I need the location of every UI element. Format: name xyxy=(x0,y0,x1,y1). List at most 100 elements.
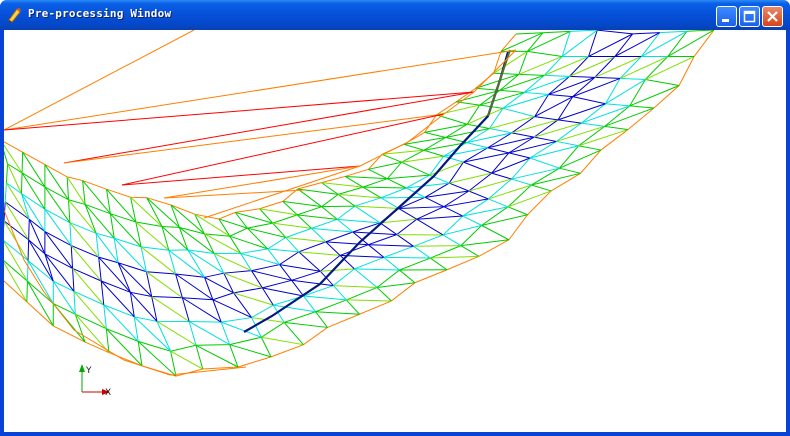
mesh-edge xyxy=(220,321,231,345)
mesh-edge xyxy=(105,328,110,353)
mesh-edge xyxy=(473,49,517,93)
mesh-edge xyxy=(468,190,489,200)
mesh-edge xyxy=(321,205,355,208)
mesh-edge xyxy=(354,268,378,288)
mesh-edge xyxy=(569,56,616,77)
mesh-edge xyxy=(604,107,655,127)
mesh-edge xyxy=(659,30,687,34)
mesh-edge xyxy=(423,149,444,157)
render-viewport[interactable]: Y X xyxy=(4,30,786,432)
mesh-edge xyxy=(346,299,392,302)
mesh-edge xyxy=(338,193,382,199)
mesh-edge xyxy=(449,182,469,192)
mesh-edge xyxy=(100,280,105,305)
mesh-edge xyxy=(403,143,424,151)
mesh-edge xyxy=(527,30,571,52)
mesh-edge xyxy=(27,260,54,304)
mesh-edge xyxy=(559,167,581,174)
mesh-edge xyxy=(354,205,381,224)
close-button[interactable] xyxy=(762,6,783,27)
mesh-edge xyxy=(345,175,388,180)
mesh-edge xyxy=(614,32,661,57)
mesh-edge xyxy=(460,239,509,247)
mesh-edge xyxy=(620,77,646,80)
mesh-edge xyxy=(605,79,646,105)
mesh-edge xyxy=(443,91,475,115)
mesh-edge xyxy=(44,208,72,246)
mesh-edge xyxy=(203,165,361,219)
y-axis-label: Y xyxy=(85,366,92,376)
mesh-edge xyxy=(235,211,273,224)
mesh-edge xyxy=(466,142,488,149)
mesh-edge xyxy=(518,73,545,76)
mesh-edge xyxy=(493,72,519,75)
mesh-edge xyxy=(667,30,715,57)
mesh-edge xyxy=(103,304,107,329)
mesh-edge xyxy=(548,94,573,98)
mesh-edge xyxy=(4,144,23,174)
mesh-edge xyxy=(424,196,445,208)
mesh-edge xyxy=(368,244,385,258)
mesh-edge xyxy=(645,78,680,87)
mesh-edge xyxy=(21,152,24,173)
mesh-edge xyxy=(4,182,7,202)
mesh-edge xyxy=(44,164,69,201)
mesh-plot[interactable]: Y X xyxy=(4,30,786,432)
mesh-edge xyxy=(570,30,598,32)
maximize-button[interactable] xyxy=(739,6,760,27)
mesh-edge xyxy=(502,107,535,118)
mesh-edge xyxy=(291,279,334,287)
mesh-edge xyxy=(151,296,158,322)
mesh-edge xyxy=(430,255,479,259)
mesh-edge xyxy=(387,178,407,189)
mesh-edge xyxy=(491,172,512,180)
mesh-edge xyxy=(98,256,131,293)
mesh-edge xyxy=(413,245,461,247)
mesh-edge xyxy=(686,30,715,32)
mesh-edge xyxy=(337,193,356,207)
mesh-edge xyxy=(641,30,688,57)
minimize-button[interactable] xyxy=(716,6,737,27)
mesh-edge xyxy=(325,241,369,246)
mesh-edge xyxy=(262,287,304,297)
mesh-edge xyxy=(22,151,46,188)
mesh-edge xyxy=(399,269,416,284)
mesh-edge xyxy=(247,227,286,238)
mesh-edge xyxy=(462,215,482,226)
mesh-edge xyxy=(320,268,355,272)
mesh-edge xyxy=(507,206,528,216)
mesh-edge xyxy=(20,172,23,194)
mesh-edge xyxy=(44,253,75,292)
mesh-edge xyxy=(581,105,630,124)
mesh-edge xyxy=(559,149,602,169)
mesh-edge xyxy=(619,56,668,79)
mesh-edge xyxy=(481,224,510,241)
mesh-edge xyxy=(416,218,444,236)
mesh-edge xyxy=(398,206,444,210)
mesh-edge xyxy=(303,295,316,313)
mesh-edge xyxy=(26,281,28,302)
mesh-edge xyxy=(594,76,621,79)
mesh-edge xyxy=(267,248,299,253)
mesh-edge xyxy=(401,161,430,176)
mesh-edge xyxy=(284,321,328,328)
mesh-edge xyxy=(27,280,54,327)
mesh-edge xyxy=(632,32,660,35)
mesh-edge xyxy=(346,299,360,315)
mesh-edge xyxy=(398,208,418,220)
mesh-edge xyxy=(325,241,341,256)
mesh-edge xyxy=(511,119,559,134)
mesh-edge xyxy=(21,172,46,210)
title-bar[interactable]: Pre-processing Window xyxy=(0,0,790,30)
fault-line xyxy=(243,51,510,333)
mesh-edge xyxy=(531,172,581,186)
mesh-edge xyxy=(466,132,512,144)
mesh-edge xyxy=(187,249,205,278)
mesh-edge xyxy=(195,344,239,368)
mesh-edge xyxy=(413,245,431,259)
mesh-edge xyxy=(499,89,525,93)
axis-triad: Y X xyxy=(79,364,111,398)
mesh-edge xyxy=(337,218,381,224)
mesh-edge xyxy=(544,56,589,76)
mesh-edge xyxy=(233,292,274,306)
